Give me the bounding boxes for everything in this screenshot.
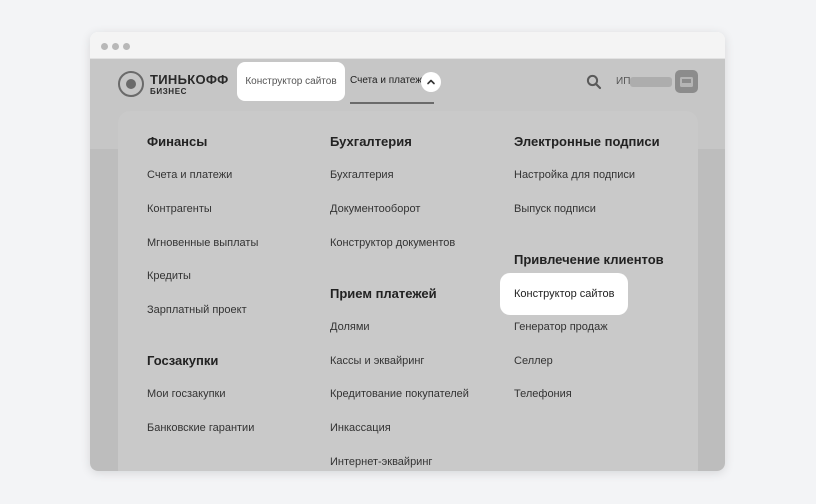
menu-item[interactable]: Конструктор документов [330, 237, 455, 249]
menu-heading-procurement: Госзакупки [147, 353, 219, 368]
dropdown-menu-panel: Финансы Счета и платежи Контрагенты Мгно… [118, 111, 698, 471]
menu-item[interactable]: Мгновенные выплаты [147, 237, 258, 249]
user-name-prefix[interactable]: ИП [616, 76, 630, 87]
menu-item[interactable]: Селлер [514, 355, 553, 367]
menu-item[interactable]: Зарплатный проект [147, 304, 247, 316]
menu-heading-payments: Прием платежей [330, 286, 437, 301]
avatar-icon[interactable] [675, 70, 698, 93]
browser-window: ТИНЬКОФФ БИЗНЕС Конструктор сайтов Счета… [90, 32, 725, 471]
user-name-blurred [630, 77, 672, 87]
search-icon[interactable] [586, 74, 602, 90]
nav-active-underline [350, 102, 434, 104]
menu-item[interactable]: Банковские гарантии [147, 422, 254, 434]
chevron-up-icon [427, 79, 435, 85]
menu-item[interactable]: Выпуск подписи [514, 203, 596, 215]
logo-emblem-icon [118, 71, 144, 97]
logo-subtitle: БИЗНЕС [150, 86, 188, 96]
logo-title: ТИНЬКОФФ [150, 71, 229, 87]
logo[interactable]: ТИНЬКОФФ БИЗНЕС [118, 71, 228, 97]
menu-item[interactable]: Кассы и эквайринг [330, 355, 424, 367]
menu-item[interactable]: Интернет-эквайринг [330, 456, 432, 468]
menu-heading-finance: Финансы [147, 134, 208, 149]
window-titlebar [90, 32, 725, 59]
menu-item[interactable]: Бухгалтерия [330, 169, 394, 181]
menu-item[interactable]: Мои госзакупки [147, 388, 226, 400]
menu-heading-client-acquisition: Привлечение клиентов [514, 252, 664, 267]
nav-site-builder[interactable]: Конструктор сайтов [237, 62, 345, 101]
nav-accounts-payments[interactable]: Счета и платежи [350, 75, 428, 86]
menu-item[interactable]: Контрагенты [147, 203, 212, 215]
menu-item[interactable]: Счета и платежи [147, 169, 232, 181]
menu-item[interactable]: Кредитование покупателей [330, 388, 469, 400]
menu-item[interactable]: Телефония [514, 388, 572, 400]
menu-item[interactable]: Инкассация [330, 422, 391, 434]
nav-chevron-button[interactable] [421, 72, 441, 92]
menu-item[interactable]: Документооборот [330, 203, 420, 215]
window-minimize-dot[interactable] [112, 43, 119, 50]
menu-item[interactable]: Генератор продаж [514, 321, 608, 333]
menu-item[interactable]: Настройка для подписи [514, 169, 635, 181]
menu-heading-accounting: Бухгалтерия [330, 134, 412, 149]
menu-heading-e-signatures: Электронные подписи [514, 134, 660, 149]
page-content: ТИНЬКОФФ БИЗНЕС Конструктор сайтов Счета… [90, 59, 725, 471]
window-maximize-dot[interactable] [123, 43, 130, 50]
menu-item-site-builder-highlighted[interactable]: Конструктор сайтов [500, 273, 628, 315]
window-close-dot[interactable] [101, 43, 108, 50]
menu-item[interactable]: Долями [330, 321, 370, 333]
menu-item[interactable]: Кредиты [147, 270, 191, 282]
